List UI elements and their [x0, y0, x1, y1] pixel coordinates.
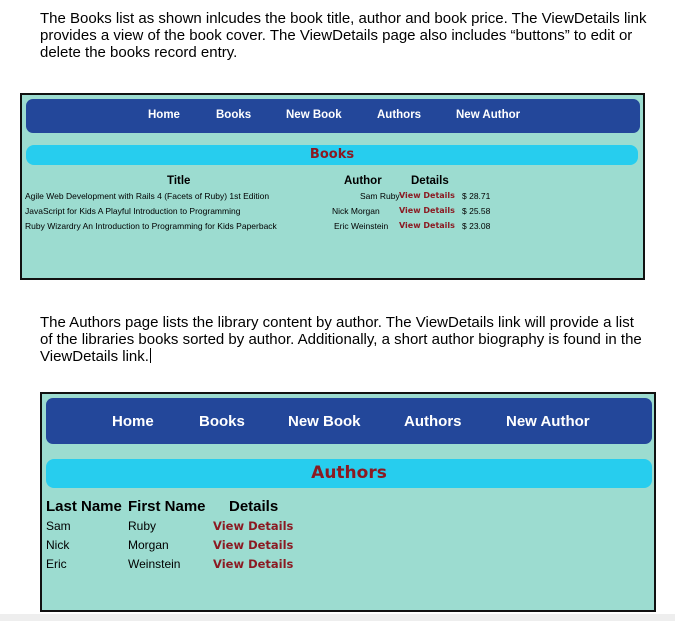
book-title-cell: JavaScript for Kids A Playful Introducti…	[25, 206, 241, 216]
column-header-last-name: Last Name	[46, 498, 122, 515]
column-header-title: Title	[167, 175, 191, 187]
nav-home-link[interactable]: Home	[148, 109, 180, 121]
column-header-first-name: First Name	[128, 498, 206, 515]
text-cursor	[149, 348, 151, 363]
author-first-name-cell: Weinstein	[128, 557, 181, 571]
view-details-link[interactable]: View Details	[399, 206, 455, 215]
view-details-link[interactable]: View Details	[399, 191, 455, 200]
nav-books-link[interactable]: Books	[216, 109, 251, 121]
book-price-cell: $ 28.71	[462, 191, 491, 201]
horizontal-scrollbar[interactable]	[0, 614, 675, 621]
column-header-details: Details	[411, 175, 449, 187]
books-description-paragraph: The Books list as shown inlcudes the boo…	[40, 10, 647, 61]
nav-authors-link[interactable]: Authors	[404, 413, 462, 430]
view-details-link[interactable]: View Details	[213, 519, 293, 533]
book-price-cell: $ 23.08	[462, 221, 491, 231]
nav-new-book-link[interactable]: New Book	[288, 413, 361, 430]
author-last-name-cell: Eric	[46, 557, 67, 571]
books-navbar: Home Books New Book Authors New Author	[26, 99, 640, 133]
books-title-bar: Books	[26, 145, 638, 165]
column-header-author: Author	[344, 175, 382, 187]
book-author-cell: Eric Weinstein	[334, 221, 389, 231]
authors-page-screenshot: Home Books New Book Authors New Author A…	[40, 392, 656, 612]
nav-books-link[interactable]: Books	[199, 413, 245, 430]
nav-new-author-link[interactable]: New Author	[506, 413, 590, 430]
authors-title-bar: Authors	[46, 459, 652, 488]
nav-new-book-link[interactable]: New Book	[286, 109, 342, 121]
author-first-name-cell: Morgan	[128, 538, 169, 552]
nav-home-link[interactable]: Home	[112, 413, 154, 430]
books-page-title: Books	[309, 147, 355, 162]
books-page-screenshot: Home Books New Book Authors New Author B…	[20, 93, 645, 280]
book-price-cell: $ 25.58	[462, 206, 491, 216]
view-details-link[interactable]: View Details	[399, 221, 455, 230]
author-last-name-cell: Sam	[46, 519, 71, 533]
nav-authors-link[interactable]: Authors	[377, 109, 421, 121]
author-first-name-cell: Ruby	[128, 519, 157, 533]
book-title-cell: Ruby Wizardry An Introduction to Program…	[25, 221, 277, 231]
authors-page-title: Authors	[311, 463, 387, 483]
authors-description-text: The Authors page lists the library conte…	[40, 314, 642, 365]
view-details-link[interactable]: View Details	[213, 538, 293, 552]
nav-new-author-link[interactable]: New Author	[456, 109, 520, 121]
book-title-cell: Agile Web Development with Rails 4 (Face…	[25, 191, 270, 201]
authors-description-paragraph: The Authors page lists the library conte…	[40, 314, 650, 365]
book-author-cell: Nick Morgan	[332, 206, 380, 216]
authors-navbar: Home Books New Book Authors New Author	[46, 398, 652, 444]
book-author-cell: Sam Ruby	[360, 191, 400, 201]
author-last-name-cell: Nick	[46, 538, 70, 552]
view-details-link[interactable]: View Details	[213, 557, 293, 571]
column-header-details: Details	[229, 498, 279, 515]
